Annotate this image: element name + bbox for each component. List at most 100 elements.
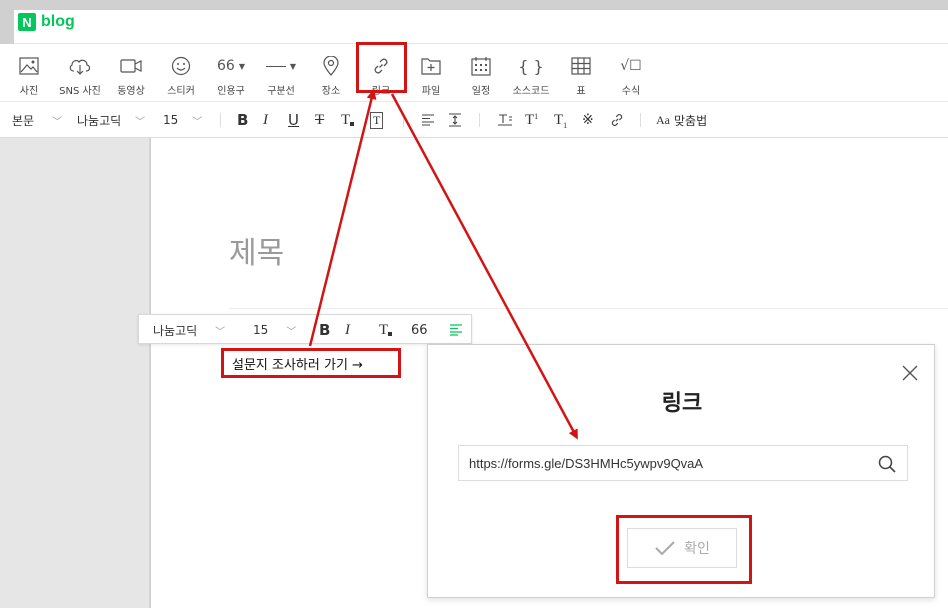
background-color-button[interactable]: T bbox=[370, 102, 384, 138]
float-size-value: 15 bbox=[253, 323, 269, 337]
align-left-icon[interactable] bbox=[421, 102, 435, 138]
line-height-icon[interactable] bbox=[448, 102, 462, 138]
chevron-down-icon: ﹀ bbox=[192, 116, 203, 128]
toolbar-divider-button[interactable]: ▼ 구분선 bbox=[256, 44, 306, 102]
toolbar-quote-button[interactable]: 66 ▼ 인용구 bbox=[206, 44, 256, 102]
insert-toolbar: 사진 SNS 사진 동영상 스티커 66 ▼ 인용구 ▼ 구분선 장소 링크 파… bbox=[0, 44, 948, 102]
float-text-color-glyph: T bbox=[379, 321, 389, 338]
toolbar-formula-button[interactable]: √☐ 수식 bbox=[606, 44, 656, 102]
toolbar-label: 파일 bbox=[421, 86, 441, 97]
toolbar-label: 구분선 bbox=[267, 86, 295, 97]
letter-spacing-icon[interactable] bbox=[497, 102, 513, 138]
spellcheck-button[interactable]: Aa 맞춤법 bbox=[656, 102, 707, 138]
float-size-select[interactable]: 15 ﹀ bbox=[253, 315, 296, 345]
blog-logo[interactable]: N blog bbox=[18, 13, 75, 31]
divider bbox=[220, 113, 221, 127]
paragraph-style-select[interactable]: 본문 ﹀ bbox=[12, 102, 62, 138]
toolbar-label: 소스코드 bbox=[512, 86, 550, 97]
special-char-icon[interactable]: ※ bbox=[582, 102, 594, 138]
formula-glyph: √☐ bbox=[620, 58, 642, 74]
subscript-glyph: T bbox=[554, 111, 564, 128]
video-icon bbox=[106, 52, 156, 80]
toolbar-photo-button[interactable]: 사진 bbox=[4, 44, 54, 102]
align-left-icon[interactable] bbox=[449, 315, 463, 345]
smiley-icon bbox=[156, 52, 206, 80]
search-icon[interactable] bbox=[877, 454, 897, 474]
toolbar-label: SNS 사진 bbox=[59, 86, 101, 97]
strikethrough-button[interactable]: T bbox=[315, 102, 324, 138]
divider bbox=[640, 113, 641, 127]
divider bbox=[403, 113, 404, 127]
toolbar-sticker-button[interactable]: 스티커 bbox=[156, 44, 206, 102]
cloud-download-icon bbox=[55, 52, 105, 80]
file-add-icon bbox=[406, 52, 456, 80]
toolbar-label: 동영상 bbox=[117, 86, 145, 97]
blog-logo-word: blog bbox=[41, 13, 75, 30]
toolbar-label: 수식 bbox=[621, 86, 641, 97]
toolbar-label: 일정 bbox=[471, 86, 491, 97]
toolbar-video-button[interactable]: 동영상 bbox=[106, 44, 156, 102]
superscript-glyph: T bbox=[525, 111, 535, 128]
spellcheck-icon: Aa bbox=[656, 112, 670, 127]
font-size-select[interactable]: 15 ﹀ bbox=[163, 102, 202, 138]
annotation-highlight-box bbox=[356, 42, 407, 93]
naver-logo-mark: N bbox=[18, 13, 36, 31]
chevron-down-icon: ﹀ bbox=[135, 116, 146, 128]
chevron-down-icon: ﹀ bbox=[286, 326, 297, 338]
float-font-select[interactable]: 나눔고딕 ﹀ bbox=[153, 315, 225, 345]
post-title-placeholder[interactable]: 제목 bbox=[229, 228, 284, 272]
app-frame: N blog 사진 SNS 사진 동영상 스티커 66 ▼ 인용구 ▼ 구분선 … bbox=[0, 0, 948, 608]
hyperlink-text[interactable]: 설문지 조사하러 가기 → bbox=[221, 348, 401, 378]
font-family-value: 나눔고딕 bbox=[77, 113, 122, 128]
code-braces-icon: { } bbox=[506, 52, 556, 80]
map-pin-icon bbox=[306, 52, 356, 80]
confirm-label: 확인 bbox=[684, 541, 710, 557]
link-dialog: 링크 확인 bbox=[427, 344, 935, 598]
text-color-button[interactable]: T bbox=[341, 102, 355, 138]
float-italic-button[interactable]: I bbox=[345, 315, 350, 345]
dropdown-caret-icon: ▼ bbox=[238, 61, 245, 71]
font-family-select[interactable]: 나눔고딕 ﹀ bbox=[77, 102, 145, 138]
float-text-color-button[interactable]: T bbox=[379, 315, 393, 345]
toolbar-label: 표 bbox=[576, 86, 586, 97]
italic-button[interactable]: I bbox=[263, 102, 268, 138]
float-quote-button[interactable]: 66 bbox=[411, 315, 428, 345]
text-color-glyph: T bbox=[341, 111, 351, 128]
divider bbox=[479, 113, 480, 127]
paragraph-style-value: 본문 bbox=[12, 113, 35, 128]
divider-icon: ▼ bbox=[256, 52, 306, 80]
toolbar-label: 사진 bbox=[19, 86, 39, 97]
bold-button[interactable]: B bbox=[237, 102, 248, 138]
chevron-down-icon: ﹀ bbox=[52, 116, 63, 128]
confirm-button[interactable]: 확인 bbox=[627, 528, 737, 568]
left-gutter bbox=[0, 138, 150, 608]
float-font-value: 나눔고딕 bbox=[153, 323, 198, 338]
calendar-icon bbox=[456, 52, 506, 80]
title-divider bbox=[229, 308, 948, 309]
superscript-button[interactable]: T1 bbox=[525, 102, 538, 138]
close-icon[interactable] bbox=[898, 361, 922, 385]
toolbar-label: 스티커 bbox=[167, 86, 195, 97]
toolbar-place-button[interactable]: 장소 bbox=[306, 44, 356, 102]
font-size-value: 15 bbox=[163, 113, 179, 127]
checkmark-icon bbox=[655, 541, 675, 556]
toolbar-sns-photo-button[interactable]: SNS 사진 bbox=[55, 44, 105, 102]
toolbar-label: 인용구 bbox=[217, 86, 245, 97]
toolbar-table-button[interactable]: 표 bbox=[556, 44, 606, 102]
bg-color-glyph: T bbox=[370, 111, 384, 129]
url-input[interactable] bbox=[459, 446, 869, 480]
table-icon bbox=[556, 52, 606, 80]
link-icon[interactable] bbox=[609, 102, 625, 138]
spellcheck-label: 맞춤법 bbox=[674, 113, 708, 128]
float-bold-button[interactable]: B bbox=[319, 315, 330, 345]
chevron-down-icon: ﹀ bbox=[215, 326, 226, 338]
toolbar-source-code-button[interactable]: { } 소스코드 bbox=[506, 44, 556, 102]
subscript-button[interactable]: T1 bbox=[554, 102, 567, 138]
toolbar-label: 장소 bbox=[321, 86, 341, 97]
image-icon bbox=[4, 52, 54, 80]
toolbar-schedule-button[interactable]: 일정 bbox=[456, 44, 506, 102]
url-field bbox=[458, 445, 908, 481]
toolbar-file-button[interactable]: 파일 bbox=[406, 44, 456, 102]
math-formula-icon: √☐ bbox=[606, 52, 656, 80]
underline-button[interactable]: U bbox=[288, 102, 299, 138]
